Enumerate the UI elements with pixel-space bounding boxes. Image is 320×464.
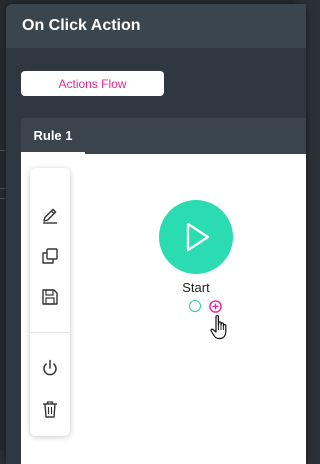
node-toolbar [30, 168, 70, 436]
start-node-label: Start [182, 280, 210, 295]
delete-button[interactable] [38, 397, 62, 421]
dialog-title: On Click Action [22, 17, 141, 34]
save-button[interactable] [38, 285, 62, 309]
on-click-action-dialog: On Click Action Actions Flow Rule 1 Star… [6, 4, 306, 464]
duplicate-button[interactable] [38, 244, 62, 268]
dialog-body: Actions Flow Rule 1 Start [6, 48, 306, 464]
trash-icon [43, 401, 57, 418]
play-icon [186, 222, 210, 252]
start-node-input-port[interactable] [189, 300, 201, 312]
actions-flow-button[interactable]: Actions Flow [21, 71, 164, 96]
save-icon [42, 289, 58, 305]
rule-tab-bar: Rule 1 [21, 118, 306, 154]
hand-pointer-cursor-icon [210, 315, 227, 340]
duplicate-icon [42, 248, 58, 264]
add-action-icon[interactable] [209, 300, 222, 313]
dialog-header: On Click Action [6, 4, 306, 48]
edit-button[interactable] [38, 203, 62, 227]
tab-rule-1[interactable]: Rule 1 [21, 118, 85, 154]
power-icon [43, 359, 57, 376]
power-toggle-button[interactable] [38, 356, 62, 380]
pencil-icon [43, 208, 57, 224]
toolbar-divider [30, 332, 70, 333]
start-node[interactable] [159, 200, 233, 274]
flow-canvas[interactable]: Start [21, 154, 306, 464]
